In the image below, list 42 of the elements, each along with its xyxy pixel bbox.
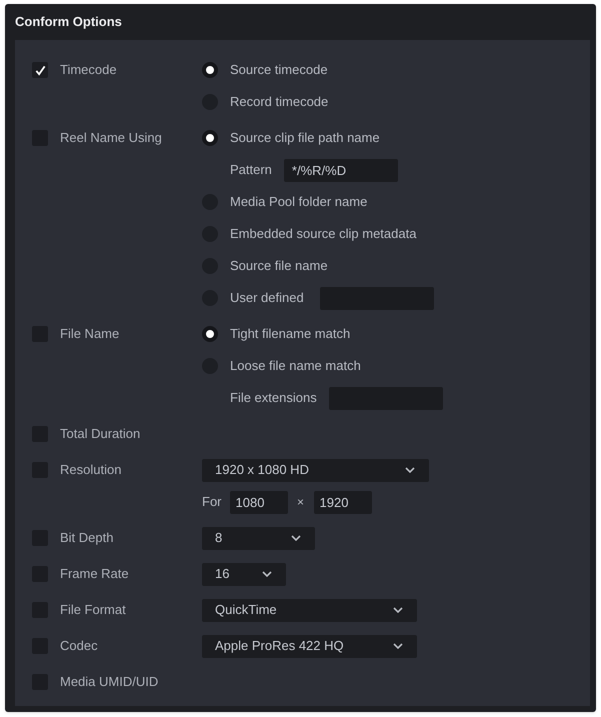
- field-label: For: [202, 493, 222, 512]
- dropdown[interactable]: QuickTime: [202, 598, 417, 622]
- checkbox-label: Media UMID/UID: [60, 673, 158, 692]
- window-title: Conform Options: [15, 13, 122, 32]
- radio-label: Tight filename match: [230, 325, 350, 344]
- checkbox-label: Timecode: [60, 61, 117, 80]
- chevron-down-icon: [393, 643, 403, 649]
- checkbox-label: Frame Rate: [60, 565, 129, 584]
- checkbox-label: File Format: [60, 601, 126, 620]
- radio-button[interactable]: [202, 62, 218, 78]
- dropdown[interactable]: 1920 x 1080 HD: [202, 458, 429, 482]
- checkbox-label: Bit Depth: [60, 529, 114, 548]
- checkbox-label: Total Duration: [60, 425, 140, 444]
- radio-label: Embedded source clip metadata: [230, 225, 416, 244]
- field-label: Pattern: [230, 161, 272, 180]
- radio-label: Source clip file path name: [230, 129, 380, 148]
- number-field[interactable]: 1080: [230, 490, 288, 514]
- radio-label: Record timecode: [230, 93, 328, 112]
- radio-button[interactable]: [202, 326, 218, 342]
- dropdown[interactable]: Apple ProRes 422 HQ: [202, 634, 417, 658]
- check-icon: [34, 64, 46, 76]
- checkbox-label: Codec: [60, 637, 98, 656]
- field-label: File extensions: [230, 389, 317, 408]
- radio-label: Source timecode: [230, 61, 328, 80]
- radio-label: User defined: [230, 289, 304, 308]
- radio-label: Loose file name match: [230, 357, 361, 376]
- dropdown[interactable]: 16: [202, 562, 286, 586]
- checkbox[interactable]: [32, 62, 48, 78]
- chevron-down-icon: [262, 571, 272, 577]
- chevron-down-icon: [393, 607, 403, 613]
- chevron-down-icon: [405, 467, 415, 473]
- radio-button[interactable]: [202, 130, 218, 146]
- checkbox-label: Reel Name Using: [60, 129, 162, 148]
- chevron-down-icon: [291, 535, 301, 541]
- dropdown[interactable]: 8: [202, 526, 315, 550]
- radio-label: Media Pool folder name: [230, 193, 368, 212]
- radio-label: Source file name: [230, 257, 328, 276]
- number-field[interactable]: 1920: [314, 490, 372, 514]
- checkbox-label: File Name: [60, 325, 120, 344]
- multiply-sign: ×: [296, 494, 305, 511]
- checkbox-label: Resolution: [60, 461, 122, 480]
- text-field[interactable]: */%R/%D: [284, 158, 398, 182]
